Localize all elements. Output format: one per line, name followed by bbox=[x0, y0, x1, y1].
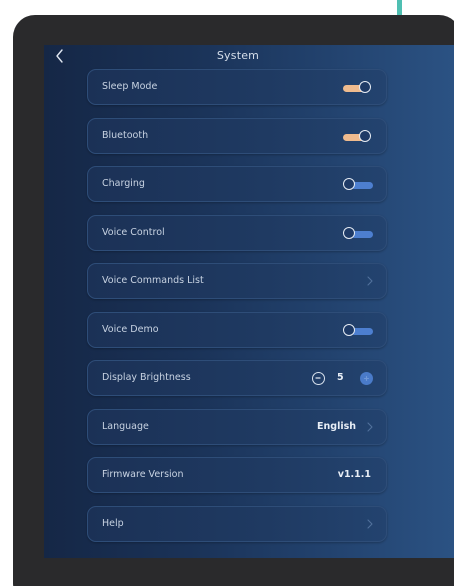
language-value: English bbox=[317, 421, 356, 432]
voice-demo-label: Voice Demo bbox=[102, 324, 159, 335]
sleep-mode-toggle[interactable] bbox=[343, 81, 373, 95]
voice-commands-list-row[interactable]: Voice Commands List bbox=[87, 263, 387, 299]
header: System bbox=[44, 45, 454, 69]
screen: System Sleep Mode Bluetooth Charging Voi… bbox=[44, 45, 454, 558]
voice-control-toggle[interactable] bbox=[343, 227, 373, 241]
sleep-mode-row: Sleep Mode bbox=[87, 69, 387, 105]
charging-row: Charging bbox=[87, 166, 387, 202]
sleep-mode-label: Sleep Mode bbox=[102, 81, 158, 92]
chevron-right-icon bbox=[367, 422, 373, 432]
toggle-knob bbox=[343, 324, 355, 336]
bluetooth-label: Bluetooth bbox=[102, 130, 149, 141]
toggle-knob bbox=[359, 130, 371, 142]
firmware-version-label: Firmware Version bbox=[102, 469, 184, 480]
toggle-knob bbox=[343, 178, 355, 190]
voice-demo-toggle[interactable] bbox=[343, 324, 373, 338]
brightness-value: 5 bbox=[337, 372, 344, 383]
brightness-decrease-button[interactable] bbox=[312, 372, 325, 385]
bluetooth-toggle[interactable] bbox=[343, 130, 373, 144]
toggle-knob bbox=[343, 227, 355, 239]
toggle-knob bbox=[359, 81, 371, 93]
charging-label: Charging bbox=[102, 178, 145, 189]
firmware-version-row: Firmware Version v1.1.1 bbox=[87, 457, 387, 493]
help-label: Help bbox=[102, 518, 124, 529]
display-brightness-label: Display Brightness bbox=[102, 372, 191, 383]
language-row[interactable]: Language English bbox=[87, 409, 387, 445]
chevron-right-icon bbox=[367, 276, 373, 286]
help-row[interactable]: Help bbox=[87, 506, 387, 542]
language-label: Language bbox=[102, 421, 149, 432]
chevron-right-icon bbox=[367, 519, 373, 529]
minus-circle-icon bbox=[315, 377, 321, 379]
page-title: System bbox=[216, 49, 260, 62]
voice-control-label: Voice Control bbox=[102, 227, 165, 238]
voice-demo-row: Voice Demo bbox=[87, 312, 387, 348]
charging-toggle[interactable] bbox=[343, 178, 373, 192]
voice-control-row: Voice Control bbox=[87, 215, 387, 251]
firmware-version-value: v1.1.1 bbox=[337, 469, 371, 480]
bluetooth-row: Bluetooth bbox=[87, 118, 387, 154]
plus-circle-icon bbox=[363, 375, 370, 382]
display-brightness-row: Display Brightness 5 bbox=[87, 360, 387, 396]
voice-commands-list-label: Voice Commands List bbox=[102, 275, 204, 286]
stage: System Sleep Mode Bluetooth Charging Voi… bbox=[0, 0, 454, 586]
brightness-increase-button[interactable] bbox=[360, 372, 373, 385]
